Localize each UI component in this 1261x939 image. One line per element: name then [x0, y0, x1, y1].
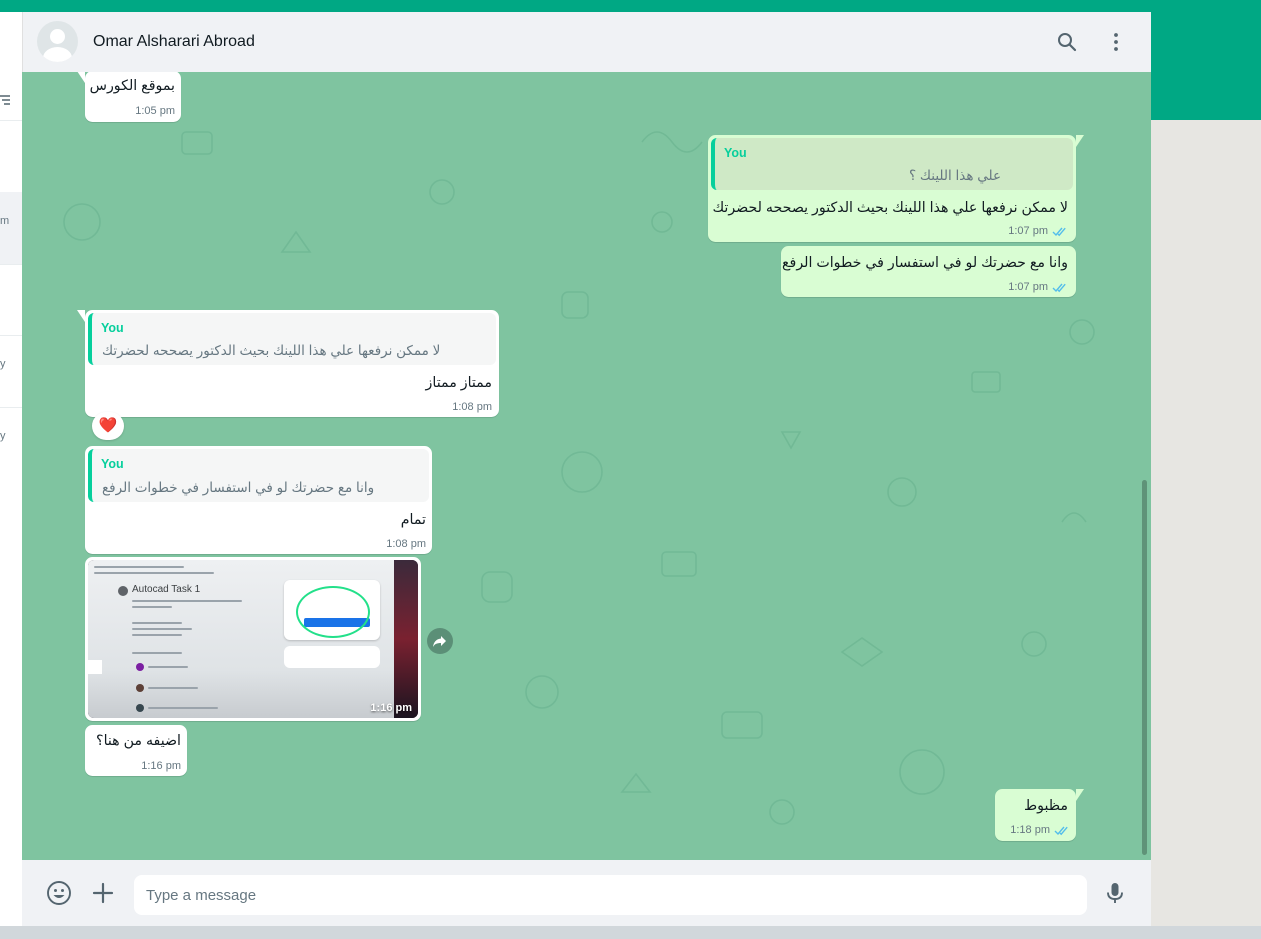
message-time: 1:07 pm: [1008, 281, 1048, 293]
photo-attachment[interactable]: Autocad Task 1 1:16 pm: [88, 560, 418, 718]
message-bubble-outgoing[interactable]: مظبوط 1:18 pm: [995, 789, 1084, 841]
message-input[interactable]: [134, 875, 1087, 915]
message-bubble-outgoing[interactable]: You علي هذا اللينك ؟ لا ممكن نرفعها علي …: [708, 135, 1084, 242]
message-time: 1:18 pm: [1010, 824, 1050, 836]
message-text: لا ممكن نرفعها علي هذا اللينك بحيث الدكت…: [712, 200, 1068, 216]
quoted-message[interactable]: You لا ممكن نرفعها علي هذا اللينك بحيث ا…: [88, 313, 496, 365]
message-text: بموقع الكورس: [89, 78, 175, 94]
sidebar-chat-fragment: m: [0, 215, 10, 227]
sidebar-divider: [0, 264, 22, 265]
message-text: اضيفه من هنا؟: [96, 733, 181, 749]
sidebar-chat-fragment: y: [0, 358, 6, 370]
sidebar-divider: [0, 407, 22, 408]
message-time: 1:16 pm: [141, 760, 181, 772]
image-time: 1:16 pm: [370, 702, 412, 714]
message-text: مظبوط: [1024, 798, 1068, 814]
message-time: 1:05 pm: [135, 105, 175, 117]
quote-author: You: [101, 457, 124, 471]
message-composer: [22, 860, 1151, 926]
message-bubble-outgoing[interactable]: وانا مع حضرتك لو في استفسار في خطوات الر…: [781, 246, 1076, 297]
quote-text: لا ممكن نرفعها علي هذا اللينك بحيث الدكت…: [102, 343, 441, 358]
forward-icon[interactable]: [427, 628, 453, 654]
sidebar-divider: [0, 335, 22, 336]
right-background: [1151, 120, 1261, 939]
quote-text: وانا مع حضرتك لو في استفسار في خطوات الر…: [102, 480, 375, 495]
page-bottom-strip: [0, 926, 1261, 939]
contact-name[interactable]: Omar Alsharari Abroad: [93, 33, 255, 51]
double-check-icon: [1052, 227, 1066, 237]
message-text: ممتاز ممتاز: [425, 375, 492, 391]
message-bubble-incoming[interactable]: بموقع الكورس 1:05 pm: [77, 72, 181, 122]
image-message-bubble[interactable]: Autocad Task 1 1:16 pm: [85, 557, 421, 721]
heart-reaction-badge[interactable]: ❤️: [92, 412, 124, 440]
emoji-icon[interactable]: [46, 880, 72, 906]
sidebar-selected-chat[interactable]: [0, 192, 22, 264]
double-check-icon: [1054, 826, 1068, 836]
chat-header: Omar Alsharari Abroad: [22, 12, 1151, 72]
message-bubble-incoming[interactable]: اضيفه من هنا؟ 1:16 pm: [85, 725, 187, 776]
message-time: 1:08 pm: [386, 538, 426, 550]
filter-icon[interactable]: [0, 94, 10, 109]
quoted-message[interactable]: You علي هذا اللينك ؟: [711, 138, 1073, 190]
plus-icon[interactable]: [90, 880, 116, 906]
quoted-message[interactable]: You وانا مع حضرتك لو في استفسار في خطوات…: [88, 449, 429, 502]
quote-author: You: [724, 146, 747, 160]
kebab-menu-icon[interactable]: [1104, 30, 1128, 54]
search-icon[interactable]: [1055, 30, 1079, 54]
avatar[interactable]: [37, 21, 78, 62]
quote-author: You: [101, 321, 124, 335]
sidebar-chat-fragment: y: [0, 430, 6, 442]
message-bubble-incoming[interactable]: You لا ممكن نرفعها علي هذا اللينك بحيث ا…: [77, 310, 499, 417]
microphone-icon[interactable]: [1102, 880, 1128, 906]
photo-screen-content: Autocad Task 1: [88, 560, 394, 718]
sidebar-divider: [0, 120, 22, 121]
chat-list-sidebar: m y y: [0, 12, 22, 926]
message-scrollbar[interactable]: [1142, 480, 1147, 855]
chat-pane: Omar Alsharari Abroad بموقع الكورس 1:05 …: [22, 12, 1151, 926]
message-text: تمام: [400, 512, 426, 528]
message-time: 1:08 pm: [452, 401, 492, 413]
message-area: بموقع الكورس 1:05 pm You علي هذا اللينك …: [22, 72, 1151, 860]
message-bubble-incoming[interactable]: You وانا مع حضرتك لو في استفسار في خطوات…: [85, 446, 432, 554]
message-time: 1:07 pm: [1008, 225, 1048, 237]
photo-title-text: Autocad Task 1: [132, 584, 201, 595]
message-text: وانا مع حضرتك لو في استفسار في خطوات الر…: [781, 255, 1068, 271]
quote-text: علي هذا اللينك ؟: [908, 168, 1001, 183]
double-check-icon: [1052, 283, 1066, 293]
